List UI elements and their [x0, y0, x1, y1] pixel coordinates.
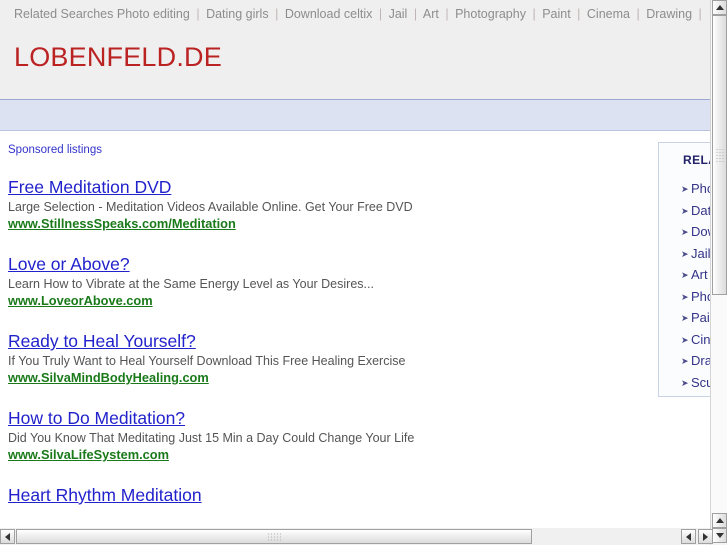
- triangle-up-icon: [715, 5, 724, 10]
- scroll-left-button[interactable]: [0, 529, 15, 544]
- ad-listing: Free Meditation DVD Large Selection - Me…: [8, 156, 645, 233]
- scroll-up-button[interactable]: [712, 0, 727, 15]
- nav-link-drawing[interactable]: Drawing: [646, 7, 692, 21]
- page-viewport: Related Searches Photo editing | Dating …: [0, 0, 710, 528]
- sidebar-item-label: Paint: [691, 310, 710, 325]
- triangle-down-icon: [715, 533, 724, 538]
- sidebar-item-photography[interactable]: ➤Photography: [681, 287, 710, 309]
- sidebar-list: ➤Photo editing ➤Dating girls ➤Download c…: [659, 179, 710, 394]
- ad-listing: How to Do Meditation? Did You Know That …: [8, 387, 645, 464]
- bullet-arrow-icon: ➤: [681, 377, 689, 388]
- ad-url-link[interactable]: www.LoveorAbove.com: [8, 293, 153, 309]
- bullet-arrow-icon: ➤: [681, 334, 689, 345]
- grip-dots-icon: [715, 148, 724, 162]
- bullet-arrow-icon: ➤: [681, 313, 689, 323]
- sidebar-item-label: Cinema: [691, 331, 710, 347]
- nav-link-art[interactable]: Art: [423, 7, 439, 21]
- vertical-scrollbar-thumb[interactable]: [712, 15, 727, 295]
- scroll-up-button-bottom[interactable]: [712, 513, 727, 528]
- nav-separator: |: [196, 7, 200, 21]
- bullet-arrow-icon: ➤: [681, 248, 689, 259]
- nav-separator: |: [698, 7, 702, 21]
- sidebar-item-paint[interactable]: ➤Paint: [681, 308, 710, 330]
- vertical-scrollbar[interactable]: [710, 0, 727, 545]
- site-logo: LOBENFELD.DE: [14, 42, 222, 72]
- ad-url-link[interactable]: www.SilvaLifeSystem.com: [8, 447, 169, 463]
- bullet-arrow-icon: ➤: [681, 205, 689, 216]
- related-searches-sidebar: RELATED SEARCHES ➤Photo editing ➤Dating …: [658, 142, 710, 397]
- ad-title-link[interactable]: Ready to Heal Yourself?: [8, 331, 196, 352]
- nav-link-photography[interactable]: Photography: [455, 7, 526, 21]
- nav-link-jail[interactable]: Jail: [389, 7, 408, 21]
- triangle-left-icon: [686, 532, 691, 541]
- ad-url-link[interactable]: www.SilvaMindBodyHealing.com: [8, 370, 209, 386]
- ad-listing: Love or Above? Learn How to Vibrate at t…: [8, 233, 645, 310]
- sidebar-item-photo-editing[interactable]: ➤Photo editing: [681, 179, 710, 201]
- horizontal-scrollbar[interactable]: [0, 528, 672, 545]
- nav-link-photo-editing[interactable]: Photo editing: [117, 7, 190, 21]
- sidebar-item-dating-girls[interactable]: ➤Dating girls: [681, 201, 710, 223]
- page-content: Sponsored listings Free Meditation DVD L…: [0, 132, 710, 528]
- sidebar-item-label: Sculpture: [691, 374, 710, 390]
- ad-description: Did You Know That Meditating Just 15 Min…: [8, 431, 415, 445]
- sidebar-item-label: Drawing: [691, 353, 710, 368]
- sidebar-item-label: Dating girls: [691, 202, 710, 218]
- ad-description: Learn How to Vibrate at the Same Energy …: [8, 277, 374, 291]
- ad-title-link[interactable]: How to Do Meditation?: [8, 408, 185, 429]
- sidebar-item-label: Photo editing: [691, 181, 710, 196]
- ad-listing: Ready to Heal Yourself? If You Truly Wan…: [8, 310, 645, 387]
- horizontal-scrollbar-thumb[interactable]: [16, 529, 532, 544]
- triangle-left-icon: [5, 532, 10, 541]
- grip-dots-icon: [267, 532, 281, 541]
- vertical-scrollbar-track[interactable]: [711, 15, 727, 513]
- bullet-arrow-icon: ➤: [681, 291, 689, 302]
- bullet-arrow-icon: ➤: [681, 356, 689, 366]
- bullet-arrow-icon: ➤: [681, 184, 689, 194]
- sidebar-item-drawing[interactable]: ➤Drawing: [681, 351, 710, 373]
- sidebar-item-jail[interactable]: ➤ Jail: [681, 244, 710, 266]
- site-header: Related Searches Photo editing | Dating …: [0, 0, 710, 99]
- ad-description: Large Selection - Meditation Videos Avai…: [8, 200, 413, 214]
- scroll-left-button-corner[interactable]: [681, 529, 696, 544]
- nav-separator: |: [532, 7, 536, 21]
- ad-title-link[interactable]: Heart Rhythm Meditation: [8, 485, 202, 506]
- sidebar-item-download-celtix[interactable]: ➤Download celtix: [681, 222, 710, 244]
- triangle-right-icon: [703, 532, 708, 541]
- scrollbar-corner: [672, 528, 713, 545]
- bullet-arrow-icon: ➤: [681, 270, 689, 280]
- nav-separator: |: [445, 7, 449, 21]
- nav-separator: |: [413, 7, 418, 21]
- nav-separator: |: [378, 7, 383, 21]
- ad-listing: Heart Rhythm Meditation: [8, 464, 645, 506]
- sidebar-item-sculpture[interactable]: ➤Sculpture: [681, 373, 710, 395]
- ad-description: If You Truly Want to Heal Yourself Downl…: [8, 354, 406, 368]
- nav-link-paint[interactable]: Paint: [542, 7, 571, 21]
- sponsored-listings-column: Sponsored listings Free Meditation DVD L…: [0, 132, 645, 506]
- header-accent-band: [0, 99, 710, 131]
- sidebar-item-label: Photography: [691, 288, 710, 304]
- nav-separator: |: [577, 7, 581, 21]
- related-searches-label: Related Searches: [14, 7, 114, 21]
- related-searches-nav: Related Searches Photo editing | Dating …: [0, 0, 710, 28]
- sidebar-item-label: Jail: [691, 245, 710, 261]
- ad-url-link[interactable]: www.StillnessSpeaks.com/Meditation: [8, 216, 236, 232]
- scroll-right-button[interactable]: [698, 529, 713, 544]
- bullet-arrow-icon: ➤: [681, 227, 689, 237]
- ad-title-link[interactable]: Free Meditation DVD: [8, 177, 171, 198]
- nav-link-cinema[interactable]: Cinema: [587, 7, 630, 21]
- nav-link-dating-girls[interactable]: Dating girls: [206, 7, 269, 21]
- triangle-up-icon: [715, 518, 724, 523]
- nav-link-download-celtix[interactable]: Download celtix: [285, 7, 373, 21]
- sponsored-listings-label: Sponsored listings: [8, 144, 102, 156]
- nav-separator: |: [636, 7, 640, 21]
- nav-separator: |: [275, 7, 279, 21]
- scroll-down-button[interactable]: [712, 528, 727, 543]
- sidebar-item-cinema[interactable]: ➤Cinema: [681, 330, 710, 352]
- ad-title-link[interactable]: Love or Above?: [8, 254, 130, 275]
- sidebar-item-label: Download celtix: [691, 224, 710, 239]
- sidebar-item-art[interactable]: ➤ Art: [681, 265, 710, 287]
- sidebar-title: RELATED SEARCHES: [683, 153, 710, 167]
- sidebar-item-label: Art: [691, 267, 708, 282]
